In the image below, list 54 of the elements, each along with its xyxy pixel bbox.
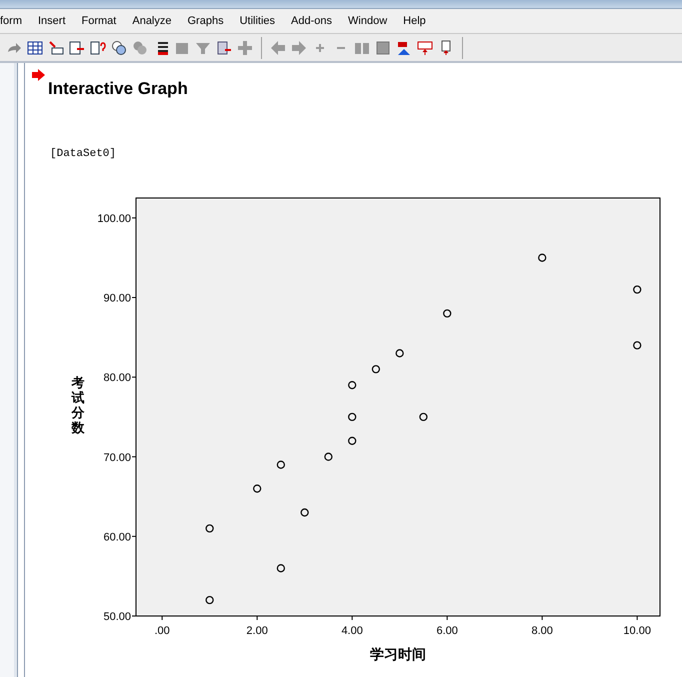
data-point	[633, 341, 642, 350]
y-tick-label: 100.00	[97, 212, 131, 225]
book-closed-icon[interactable]	[375, 40, 391, 56]
menu-item[interactable]: form	[0, 15, 30, 27]
left-arrow-icon[interactable]	[270, 40, 286, 56]
data-point	[348, 381, 356, 390]
x-tick-label: .00	[154, 625, 170, 637]
overlapping-circles-icon[interactable]	[132, 40, 148, 56]
menu-item[interactable]: Format	[74, 15, 124, 27]
right-arrow-icon[interactable]	[291, 40, 307, 56]
data-point	[396, 349, 404, 358]
x-tick-label: 10.00	[623, 625, 651, 637]
x-axis-title: 学习时间	[370, 647, 426, 663]
data-point	[206, 524, 214, 533]
data-point	[633, 285, 642, 294]
menu-item[interactable]: Window	[340, 15, 396, 27]
data-point	[276, 564, 285, 572]
menu-item[interactable]: Help	[395, 15, 434, 27]
data-point	[300, 508, 309, 517]
data-point	[348, 436, 356, 445]
data-point	[372, 365, 380, 374]
y-tick-label: 70.00	[103, 452, 131, 464]
y-axis-title: 考试分数	[72, 376, 84, 436]
dataset-label: [DataSet0]	[50, 148, 118, 160]
menu-item[interactable]: Insert	[30, 15, 74, 27]
y-tick-label: 50.00	[103, 611, 131, 623]
data-point	[206, 596, 214, 604]
menu-item[interactable]: Utilities	[232, 15, 284, 27]
data-point	[276, 460, 285, 469]
menu-item[interactable]: Graphs	[180, 15, 232, 27]
data-point	[443, 309, 452, 318]
table-export-icon[interactable]	[69, 40, 85, 56]
table-icon[interactable]	[27, 40, 43, 56]
menu-item[interactable]: Analyze	[124, 15, 180, 27]
arrow-icon	[32, 69, 45, 81]
data-point	[538, 254, 546, 262]
output-heading: Interactive Graph	[48, 79, 188, 99]
table-help-icon[interactable]	[90, 40, 106, 56]
data-point	[419, 412, 428, 422]
circles-icon[interactable]	[111, 40, 127, 56]
data-point	[324, 452, 332, 461]
document-arrow-icon[interactable]	[216, 40, 232, 56]
x-tick-label: 6.00	[436, 625, 458, 637]
x-tick-label: 4.00	[341, 625, 363, 637]
y-tick-label: 80.00	[103, 372, 131, 384]
data-point	[348, 412, 356, 422]
data-point	[253, 484, 262, 493]
y-tick-label: 60.00	[103, 531, 131, 544]
x-tick-label: 8.00	[531, 625, 553, 637]
x-tick-label: 2.00	[246, 625, 268, 637]
cross-icon[interactable]	[237, 40, 253, 56]
table-insert-icon[interactable]	[48, 40, 64, 56]
menu-item[interactable]: Add-ons	[283, 15, 340, 27]
y-tick-label: 90.00	[103, 292, 131, 305]
